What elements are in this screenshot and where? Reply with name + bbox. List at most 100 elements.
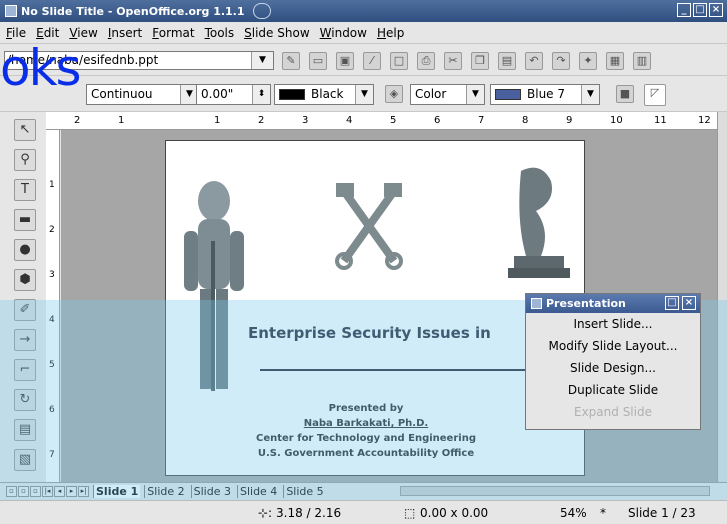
url-dropdown-icon[interactable]: ▼ [251, 52, 273, 69]
edit-file-icon[interactable]: ✎ [282, 52, 300, 70]
h-ruler-tick: 1 [214, 115, 221, 126]
presentation-toolbar[interactable]: Presentation □ × Insert Slide... Modify … [525, 293, 701, 430]
3d-object-icon[interactable]: ⬢ [14, 269, 36, 291]
presentation-icon [531, 298, 542, 309]
vertical-scrollbar[interactable] [717, 112, 727, 482]
popup-close-icon[interactable]: × [682, 296, 696, 310]
modify-slide-layout-button[interactable]: Modify Slide Layout... [526, 335, 700, 357]
menu-format[interactable]: Format [152, 26, 194, 40]
prev-tab-icon[interactable]: ◂ [54, 485, 65, 497]
popup-maximize-icon[interactable]: □ [665, 296, 679, 310]
line-color-dropdown-icon[interactable]: ▼ [355, 85, 373, 104]
last-tab-icon[interactable]: ▸| [78, 485, 89, 497]
app-icon [5, 5, 17, 17]
h-ruler-tick: 12 [698, 115, 711, 126]
line-style-select[interactable]: Continuou ▼ [86, 84, 199, 105]
v-ruler-tick: 2 [49, 225, 55, 235]
cut-icon[interactable]: ✂ [444, 52, 462, 70]
menu-window[interactable]: Window [320, 26, 367, 40]
view-drawing-icon[interactable]: ▫ [6, 485, 17, 497]
data-sources-icon[interactable]: ▥ [633, 52, 651, 70]
presentation-toolbar-title: Presentation [546, 297, 626, 310]
ellipse-icon[interactable]: ● [14, 239, 36, 261]
print-icon[interactable]: ⎙ [417, 52, 435, 70]
curve-icon[interactable]: ✐ [14, 299, 36, 321]
line-arrow-icon[interactable]: → [14, 329, 36, 351]
main-toolbar: ↖ ⚲ T ▬ ● ⬢ ✐ → ⌐ ↻ ▤ ▧ [10, 112, 46, 490]
insert-slide-button[interactable]: Insert Slide... [526, 313, 700, 335]
minimize-icon[interactable]: _ [677, 3, 691, 17]
first-tab-icon[interactable]: |◂ [42, 485, 53, 497]
menu-tools[interactable]: Tools [205, 26, 235, 40]
copy-icon[interactable]: ❐ [471, 52, 489, 70]
select-icon[interactable]: ↖ [14, 119, 36, 141]
view-notes-icon[interactable]: ▫ [30, 485, 41, 497]
zoom-level[interactable]: 54% [560, 506, 587, 520]
org-line-2: U.S. Government Accountability Office [257, 448, 475, 459]
presented-by-text: Presented by [328, 403, 404, 414]
close-icon[interactable]: × [709, 3, 723, 17]
effects-icon[interactable]: ↻ [14, 389, 36, 411]
export-pdf-icon[interactable]: □ [390, 52, 408, 70]
black-swatch [279, 89, 305, 100]
line-width-field[interactable]: 0.00" ⬍ [196, 84, 271, 105]
blue7-swatch [495, 89, 521, 100]
undo-icon[interactable]: ↶ [525, 52, 543, 70]
position-size-icon[interactable]: ◸ [644, 84, 666, 106]
line-width-value: 0.00" [201, 87, 234, 101]
tab-slide-1[interactable]: Slide 1 [93, 484, 141, 498]
area-style-icon[interactable]: ◈ [385, 85, 403, 103]
menu-help[interactable]: Help [377, 26, 404, 40]
menu-view[interactable]: View [69, 26, 97, 40]
tab-slide-4[interactable]: Slide 4 [236, 484, 279, 498]
tab-slide-2[interactable]: Slide 2 [144, 484, 186, 498]
rectangle-icon[interactable]: ▬ [14, 209, 36, 231]
paste-icon[interactable]: ▤ [498, 52, 516, 70]
next-tab-icon[interactable]: ▸ [66, 485, 77, 497]
expand-slide-button: Expand Slide [574, 405, 652, 419]
menu-slide-show[interactable]: Slide Show [244, 26, 310, 40]
gallery-icon[interactable]: ▦ [606, 52, 624, 70]
fill-type-value: Color [415, 87, 447, 101]
menu-insert[interactable]: Insert [108, 26, 142, 40]
line-color-value: Black [311, 87, 344, 101]
presentation-toolbar-titlebar[interactable]: Presentation □ × [526, 294, 700, 313]
fill-type-select[interactable]: Color ▼ [410, 84, 485, 105]
cursor-position: 3.18 / 2.16 [276, 506, 342, 520]
horizontal-scrollbar[interactable] [400, 486, 710, 496]
align-icon[interactable]: ▤ [14, 419, 36, 441]
shadow-icon[interactable]: ■ [616, 85, 634, 103]
open-icon[interactable]: ▭ [309, 52, 327, 70]
maximize-icon[interactable]: □ [693, 3, 707, 17]
menu-edit[interactable]: Edit [36, 26, 59, 40]
tab-slide-5[interactable]: Slide 5 [283, 484, 325, 498]
menu-file[interactable]: File [6, 26, 26, 40]
h-ruler-tick: 2 [258, 115, 265, 126]
v-ruler-tick: 1 [49, 180, 55, 190]
duplicate-slide-button[interactable]: Duplicate Slide [526, 379, 700, 401]
decoration-icon [252, 3, 271, 19]
navigator-icon[interactable]: ✦ [579, 52, 597, 70]
redo-icon[interactable]: ↷ [552, 52, 570, 70]
h-ruler-tick: 1 [118, 115, 125, 126]
line-width-spin-icon[interactable]: ⬍ [252, 85, 270, 104]
fill-color-dropdown-icon[interactable]: ▼ [581, 85, 599, 104]
zoom-icon[interactable]: ⚲ [14, 149, 36, 171]
line-color-select[interactable]: Black ▼ [274, 84, 374, 105]
arrange-icon[interactable]: ▧ [14, 449, 36, 471]
fill-type-dropdown-icon[interactable]: ▼ [466, 85, 484, 104]
tab-slide-3[interactable]: Slide 3 [190, 484, 233, 498]
edit-mode-icon[interactable]: ⁄ [363, 52, 381, 70]
object-bar: Continuou ▼ 0.00" ⬍ Black ▼ ◈ Color ▼ Bl… [0, 76, 727, 112]
h-ruler-tick: 9 [566, 115, 573, 126]
slide-1[interactable]: Enterprise Security Issues in Presented … [165, 140, 585, 476]
text-tool-icon[interactable]: T [14, 179, 36, 201]
slide-design-button[interactable]: Slide Design... [526, 357, 700, 379]
connector-icon[interactable]: ⌐ [14, 359, 36, 381]
watermark-text: oks [0, 39, 82, 97]
fill-color-select[interactable]: Blue 7 ▼ [490, 84, 600, 105]
view-outline-icon[interactable]: ▫ [18, 485, 29, 497]
save-icon[interactable]: ▣ [336, 52, 354, 70]
cursor-position-icon: ⊹: [258, 506, 273, 520]
object-size: 0.00 x 0.00 [420, 506, 489, 520]
